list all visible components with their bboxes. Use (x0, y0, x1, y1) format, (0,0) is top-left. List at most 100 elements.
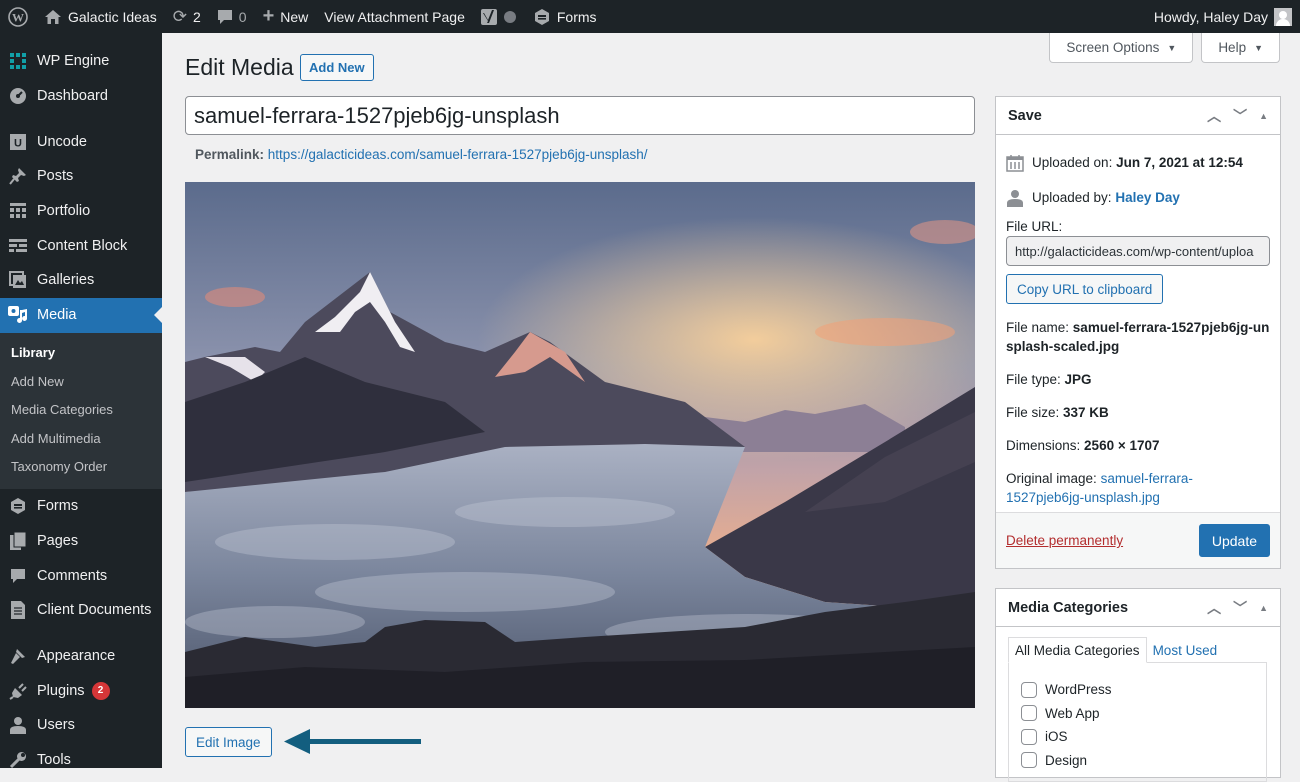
category-item[interactable]: Web App (1021, 702, 1254, 726)
category-checkbox[interactable] (1021, 681, 1037, 698)
sidebar-item-forms[interactable]: Forms (0, 489, 162, 524)
category-checkbox[interactable] (1021, 705, 1037, 722)
admin-sidebar: WP Engine Dashboard U Uncode Posts Portf… (0, 33, 162, 769)
caret-down-icon: ▼ (1167, 42, 1177, 53)
category-checklist: WordPress Web App iOS Design (1008, 662, 1267, 782)
sidebar-item-dashboard[interactable]: Dashboard (0, 79, 162, 114)
sidebar-item-appearance[interactable]: Appearance (0, 639, 162, 674)
wordpress-logo-menu[interactable]: W (0, 0, 36, 33)
category-label: Web App (1045, 705, 1100, 721)
uploaded-on-value: Jun 7, 2021 at 12:54 (1116, 155, 1243, 170)
permalink-link[interactable]: https://galacticideas.com/samuel-ferrara… (268, 147, 648, 162)
copy-url-button[interactable]: Copy URL to clipboard (1006, 274, 1164, 304)
wrench-icon (8, 750, 28, 770)
move-up-icon[interactable]: ︿ (1207, 106, 1221, 126)
forms-menu[interactable]: Forms (525, 0, 605, 33)
sidebar-item-label: Appearance (37, 648, 116, 665)
sidebar-item-content-block[interactable]: Content Block (0, 228, 162, 263)
sidebar-item-pages[interactable]: Pages (0, 524, 162, 559)
comments-link[interactable]: 0 (209, 0, 255, 33)
uncode-icon: U (8, 132, 28, 152)
screen-options-button[interactable]: Screen Options ▼ (1049, 33, 1194, 63)
file-type-value: JPG (1064, 372, 1092, 387)
sidebar-item-users[interactable]: Users (0, 708, 162, 743)
tab-most-used[interactable]: Most Used (1147, 637, 1224, 663)
new-label: New (280, 8, 309, 25)
toggle-panel-icon[interactable]: ▲ (1259, 603, 1268, 613)
site-name: Galactic Ideas (68, 8, 157, 25)
sidebar-item-plugins[interactable]: Plugins 2 (0, 673, 162, 708)
sidebar-item-tools[interactable]: Tools (0, 743, 162, 778)
updates-link[interactable]: ⟳ 2 (165, 0, 209, 33)
yoast-seo-menu[interactable] (473, 0, 525, 33)
comment-icon (217, 9, 233, 25)
sidebar-item-label: Dashboard (37, 88, 108, 105)
permalink-label: Permalink: (195, 147, 265, 162)
title-input[interactable] (185, 96, 975, 135)
move-down-icon[interactable]: ﹀ (1233, 106, 1247, 126)
yoast-icon (480, 8, 497, 26)
sidebar-item-uncode[interactable]: U Uncode (0, 124, 162, 159)
category-item[interactable]: Design (1021, 749, 1254, 773)
file-name-row: File name: samuel-ferrara-1527pjeb6jg-un… (1006, 318, 1270, 356)
submenu-item-add-multimedia[interactable]: Add Multimedia (0, 424, 162, 453)
forms-icon (8, 496, 28, 516)
sidebar-item-label: Uncode (37, 133, 87, 150)
submenu-item-add-new[interactable]: Add New (0, 367, 162, 396)
user-icon (1006, 189, 1024, 207)
sidebar-item-galleries[interactable]: Galleries (0, 263, 162, 298)
sidebar-item-portfolio[interactable]: Portfolio (0, 194, 162, 229)
dashboard-icon (8, 86, 28, 106)
forms-label: Forms (556, 8, 597, 25)
my-account-menu[interactable]: Howdy, Haley Day (1146, 0, 1300, 33)
dimensions-row: Dimensions: 2560 × 1707 (1006, 436, 1270, 455)
new-content-link[interactable]: + New (255, 0, 317, 33)
delete-permanently-link[interactable]: Delete permanently (1006, 533, 1123, 548)
view-attachment-label: View Attachment Page (324, 8, 465, 25)
tab-all-media-categories[interactable]: All Media Categories (1008, 637, 1147, 663)
uploaded-by-link[interactable]: Haley Day (1115, 190, 1180, 205)
updates-count: 2 (192, 8, 201, 25)
sidebar-item-client-documents[interactable]: Client Documents (0, 593, 162, 628)
screen-options-label: Screen Options (1066, 40, 1160, 55)
screen-meta-links: Screen Options ▼ Help ▼ (1049, 33, 1280, 63)
file-name-label: File name: (1006, 320, 1070, 335)
media-submenu: Library Add New Media Categories Add Mul… (0, 332, 162, 489)
sidebar-item-label: Tools (37, 752, 71, 769)
sidebar-item-media[interactable]: Media (0, 297, 162, 333)
user-avatar (1274, 7, 1292, 26)
category-label: Design (1045, 752, 1088, 768)
file-url-input[interactable]: http://galacticideas.com/wp-content/uplo… (1006, 236, 1270, 266)
toggle-panel-icon[interactable]: ▲ (1259, 111, 1268, 121)
view-attachment-page-link[interactable]: View Attachment Page (316, 0, 473, 33)
sidebar-item-label: Plugins (37, 682, 85, 699)
sidebar-item-comments[interactable]: Comments (0, 558, 162, 593)
help-button[interactable]: Help ▼ (1201, 33, 1280, 63)
category-checkbox[interactable] (1021, 728, 1037, 745)
home-icon (44, 9, 62, 25)
submenu-item-media-categories[interactable]: Media Categories (0, 396, 162, 425)
file-type-label: File type: (1006, 372, 1061, 387)
media-categories-metabox: Media Categories ︿ ﹀ ▲ All Media Categor… (995, 588, 1281, 782)
category-item[interactable]: iOS (1021, 725, 1254, 749)
edit-image-button[interactable]: Edit Image (185, 727, 272, 757)
move-down-icon[interactable]: ﹀ (1233, 598, 1247, 618)
attachment-image (185, 182, 975, 708)
move-up-icon[interactable]: ︿ (1207, 598, 1221, 618)
document-icon (8, 600, 28, 620)
comments-count: 0 (238, 8, 247, 25)
submenu-item-taxonomy-order[interactable]: Taxonomy Order (0, 453, 162, 482)
category-tabs: All Media Categories Most Used (1008, 637, 1268, 663)
original-image-row: Original image: samuel-ferrara-1527pjeb6… (1006, 469, 1270, 507)
submenu-item-library[interactable]: Library (0, 339, 162, 368)
category-item[interactable]: WordPress (1021, 678, 1254, 702)
category-checkbox[interactable] (1021, 752, 1037, 769)
sidebar-item-wp-engine[interactable]: WP Engine (0, 44, 162, 79)
add-new-button[interactable]: Add New (300, 54, 374, 81)
update-button[interactable]: Update (1198, 524, 1270, 557)
sidebar-item-label: Galleries (37, 272, 95, 289)
file-size-row: File size: 337 KB (1006, 403, 1270, 422)
site-name-link[interactable]: Galactic Ideas (36, 0, 165, 33)
svg-text:W: W (12, 10, 24, 24)
sidebar-item-posts[interactable]: Posts (0, 159, 162, 194)
